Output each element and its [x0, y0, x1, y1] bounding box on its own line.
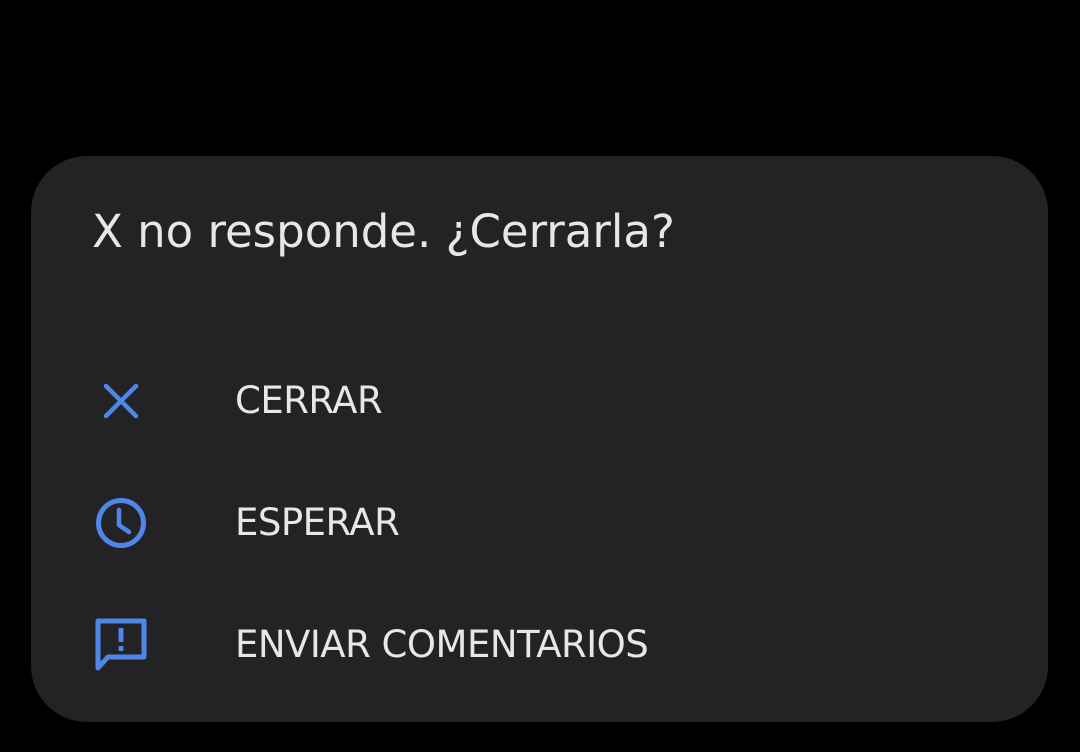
clock-icon	[91, 493, 151, 553]
dialog-title: X no responde. ¿Cerrarla?	[92, 205, 675, 258]
send-feedback-button[interactable]: ENVIAR COMENTARIOS	[31, 590, 1048, 700]
wait-label: ESPERAR	[235, 501, 400, 544]
close-icon	[91, 371, 151, 431]
send-feedback-label: ENVIAR COMENTARIOS	[235, 623, 649, 666]
close-app-button[interactable]: CERRAR	[31, 346, 1048, 456]
feedback-icon	[91, 615, 151, 675]
app-not-responding-dialog: X no responde. ¿Cerrarla? CERRAR ESPERAR	[31, 156, 1048, 722]
wait-button[interactable]: ESPERAR	[31, 468, 1048, 578]
close-app-label: CERRAR	[235, 379, 383, 422]
